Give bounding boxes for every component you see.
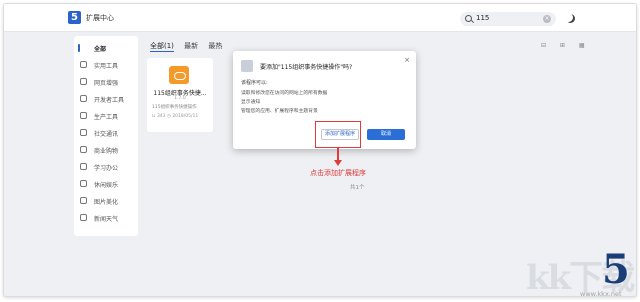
result-count: 共1个 xyxy=(350,185,365,191)
permission-item: 显示通知 xyxy=(241,100,261,105)
sidebar-item-label: 社交通讯 xyxy=(94,131,119,138)
sidebar-item-label: 生产工具 xyxy=(94,114,119,121)
annotation-arrow-head xyxy=(334,160,342,166)
sidebar-item-leisure[interactable]: 休闲娱乐 xyxy=(74,177,138,191)
extension-description: 115组织事务快捷操作 xyxy=(152,105,197,110)
cancel-button[interactable]: 取消 xyxy=(367,129,405,140)
search-icon xyxy=(465,15,472,22)
sidebar-item-label: 休闲娱乐 xyxy=(94,182,119,189)
image-icon xyxy=(80,197,87,204)
tab-hottest[interactable]: 最热 xyxy=(208,42,222,50)
shopping-icon xyxy=(80,146,87,153)
dialog-subtitle: 该程序可以: xyxy=(241,80,268,86)
close-icon[interactable]: × xyxy=(404,56,410,64)
sidebar-item-label: 新闻天气 xyxy=(94,216,119,223)
sidebar-item-label: 学习办公 xyxy=(94,165,119,172)
filter-tabs: 全部(1) 最新 最热 xyxy=(150,41,230,52)
tab-newest[interactable]: 最新 xyxy=(184,42,198,50)
code-icon xyxy=(80,95,87,102)
sidebar-item-utilities[interactable]: 实用工具 xyxy=(74,58,138,72)
sidebar-item-label: 开发者工具 xyxy=(94,97,125,104)
sidebar-item-label: 实用工具 xyxy=(94,63,119,70)
briefcase-icon xyxy=(80,112,87,119)
search-input[interactable]: 115 × xyxy=(460,12,556,26)
watermark-url: www.kkx.net xyxy=(580,290,622,298)
view-mode-icons[interactable]: ⊟ ⊞ ▦ xyxy=(541,42,591,49)
sidebar-item-web-enhance[interactable]: 网页增强 xyxy=(74,75,138,89)
extension-card[interactable]: 115组织事务快捷... 1.7.0 115组织事务快捷操作 ⊔ 343 ◷ 2… xyxy=(147,58,213,132)
tab-all[interactable]: 全部(1) xyxy=(150,42,174,52)
extension-version: 1.7.0 xyxy=(174,96,186,101)
sidebar-item-news[interactable]: 新闻天气 xyxy=(74,211,138,225)
sidebar-item-all[interactable]: 全部 xyxy=(74,41,138,55)
extension-logo xyxy=(241,60,253,72)
sidebar-item-productivity[interactable]: 生产工具 xyxy=(74,109,138,123)
sidebar-item-shopping[interactable]: 商业购物 xyxy=(74,143,138,157)
book-icon xyxy=(80,163,87,170)
cloud-icon xyxy=(169,66,189,84)
app-logo: 5 xyxy=(68,11,81,24)
annotation-text: 点击添加扩展程序 xyxy=(310,169,366,177)
site-watermark: kk下载 5 www.kkx.net xyxy=(520,246,638,300)
sidebar-item-social[interactable]: 社交通讯 xyxy=(74,126,138,140)
watermark-five: 5 xyxy=(602,246,630,293)
tool-icon xyxy=(80,61,87,68)
extension-meta: ⊔ 343 ◷ 2018/05/11 xyxy=(152,114,199,119)
permission-item: 读取和修改您在访问的网站上的所有数据 xyxy=(241,91,328,96)
menu-bar-icon xyxy=(78,44,80,52)
sidebar-item-images[interactable]: 图片美化 xyxy=(74,194,138,208)
clear-search-icon[interactable]: × xyxy=(543,15,551,23)
search-value: 115 xyxy=(476,14,490,22)
sidebar-item-dev-tools[interactable]: 开发者工具 xyxy=(74,92,138,106)
sidebar-item-label: 全部 xyxy=(94,46,107,53)
top-bar: 5 扩展中心 115 × xyxy=(4,4,636,32)
chat-icon xyxy=(80,129,87,136)
app-title: 扩展中心 xyxy=(86,14,114,22)
category-sidebar: 全部 实用工具 网页增强 开发者工具 生产工具 社交通讯 商业购物 学习办公 休… xyxy=(74,36,138,236)
cup-icon xyxy=(80,180,87,187)
window-icon xyxy=(80,78,87,85)
permission-item: 管理您的应用、扩展程序和主题背景 xyxy=(241,109,318,114)
dialog-title: 要添加"115组织事务快捷操作"吗? xyxy=(260,64,353,71)
sidebar-item-study[interactable]: 学习办公 xyxy=(74,160,138,174)
sidebar-item-label: 图片美化 xyxy=(94,199,119,206)
sidebar-item-label: 商业购物 xyxy=(94,148,119,155)
sidebar-item-label: 网页增强 xyxy=(94,80,119,87)
news-icon xyxy=(80,214,87,221)
highlight-box xyxy=(315,121,361,148)
moon-icon[interactable] xyxy=(566,14,575,23)
